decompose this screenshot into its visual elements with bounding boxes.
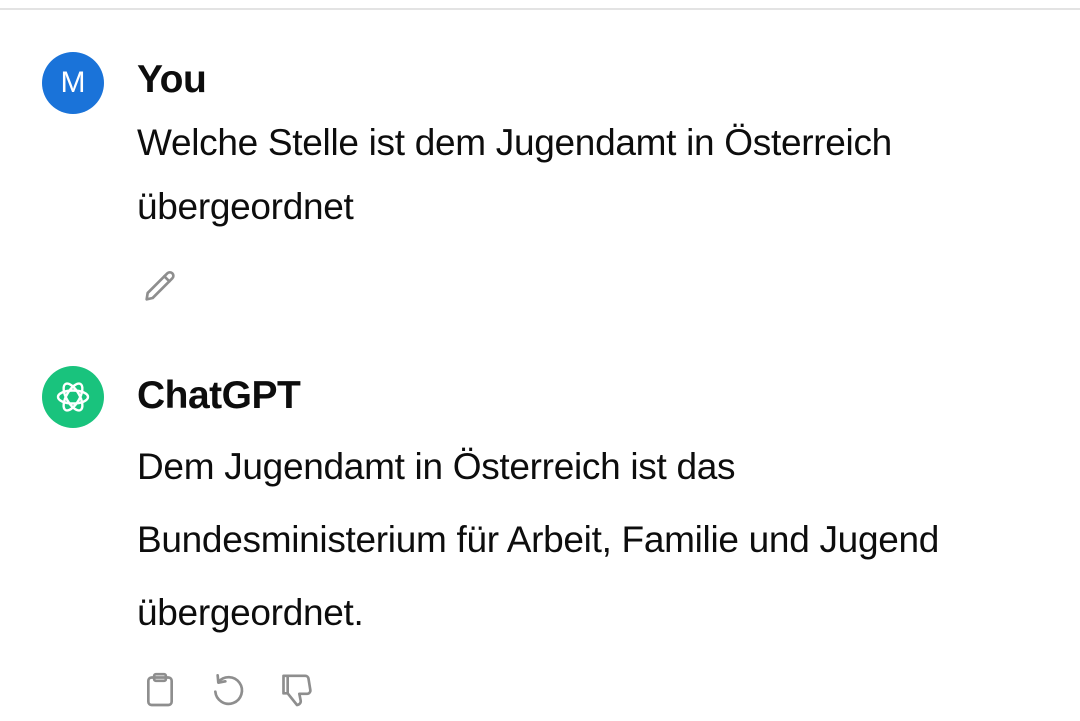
user-message-text: Welche Stelle ist dem Jugendamt in Öster… — [137, 122, 892, 227]
edit-message-button[interactable] — [137, 263, 183, 309]
user-author-name: You — [137, 58, 207, 101]
thumbs-down-button[interactable] — [273, 667, 319, 713]
user-avatar: M — [42, 52, 104, 114]
pencil-icon — [145, 270, 175, 301]
chatgpt-avatar — [42, 366, 104, 428]
openai-logo-icon — [56, 382, 90, 412]
assistant-message-actions — [137, 667, 341, 713]
avatar-letter: M — [60, 66, 86, 99]
thumbs-down-icon — [282, 674, 312, 707]
assistant-message-text: Dem Jugendamt in Österreich ist das Bund… — [137, 446, 940, 633]
assistant-author-name: ChatGPT — [137, 374, 301, 417]
user-message-actions — [137, 263, 205, 309]
copy-button[interactable] — [137, 667, 183, 713]
regenerate-button[interactable] — [205, 667, 251, 713]
clipboard-icon — [147, 672, 173, 707]
regenerate-icon — [214, 674, 244, 706]
top-divider — [0, 8, 1080, 10]
